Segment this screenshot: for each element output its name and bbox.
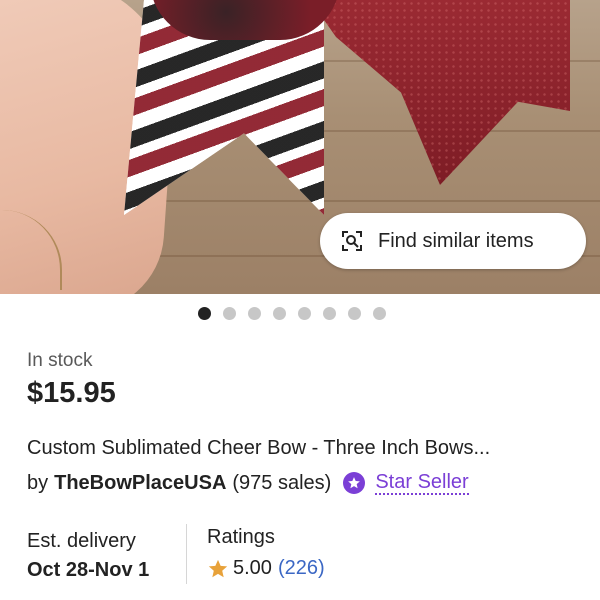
seller-line: by TheBowPlaceUSA (975 sales) Star Selle… — [27, 471, 469, 495]
find-similar-button[interactable]: Find similar items — [320, 213, 586, 269]
carousel-dots — [198, 307, 386, 320]
ratings-value[interactable]: 5.00 (226) — [207, 557, 325, 580]
ratings-label: Ratings — [207, 526, 275, 548]
carousel-dot[interactable] — [248, 307, 261, 320]
carousel-dot[interactable] — [198, 307, 211, 320]
delivery-value: Oct 28-Nov 1 — [27, 559, 150, 581]
divider — [186, 524, 187, 584]
star-seller-link[interactable]: Star Seller — [375, 471, 469, 495]
carousel-dot[interactable] — [323, 307, 336, 320]
star-seller-icon — [343, 472, 366, 494]
rating-score: 5.00 — [233, 557, 272, 579]
rating-count-link[interactable]: (226) — [278, 557, 325, 580]
by-label: by — [27, 471, 49, 494]
carousel-dot[interactable] — [298, 307, 311, 320]
carousel-dot[interactable] — [373, 307, 386, 320]
bow-tail-right — [310, 0, 570, 185]
stock-status: In stock — [27, 350, 93, 371]
product-title[interactable]: Custom Sublimated Cheer Bow - Three Inch… — [27, 437, 490, 460]
image-search-icon — [342, 231, 362, 251]
delivery-label: Est. delivery — [27, 530, 136, 552]
find-similar-label: Find similar items — [378, 229, 534, 252]
sales-count: (975 sales) — [232, 471, 332, 494]
star-icon — [208, 559, 228, 577]
carousel-dot[interactable] — [348, 307, 361, 320]
carousel-dot[interactable] — [273, 307, 286, 320]
product-photo[interactable]: Find similar items — [0, 0, 600, 294]
seller-name-link[interactable]: TheBowPlaceUSA — [54, 472, 226, 495]
carousel-dot[interactable] — [223, 307, 236, 320]
price: $15.95 — [27, 377, 116, 409]
